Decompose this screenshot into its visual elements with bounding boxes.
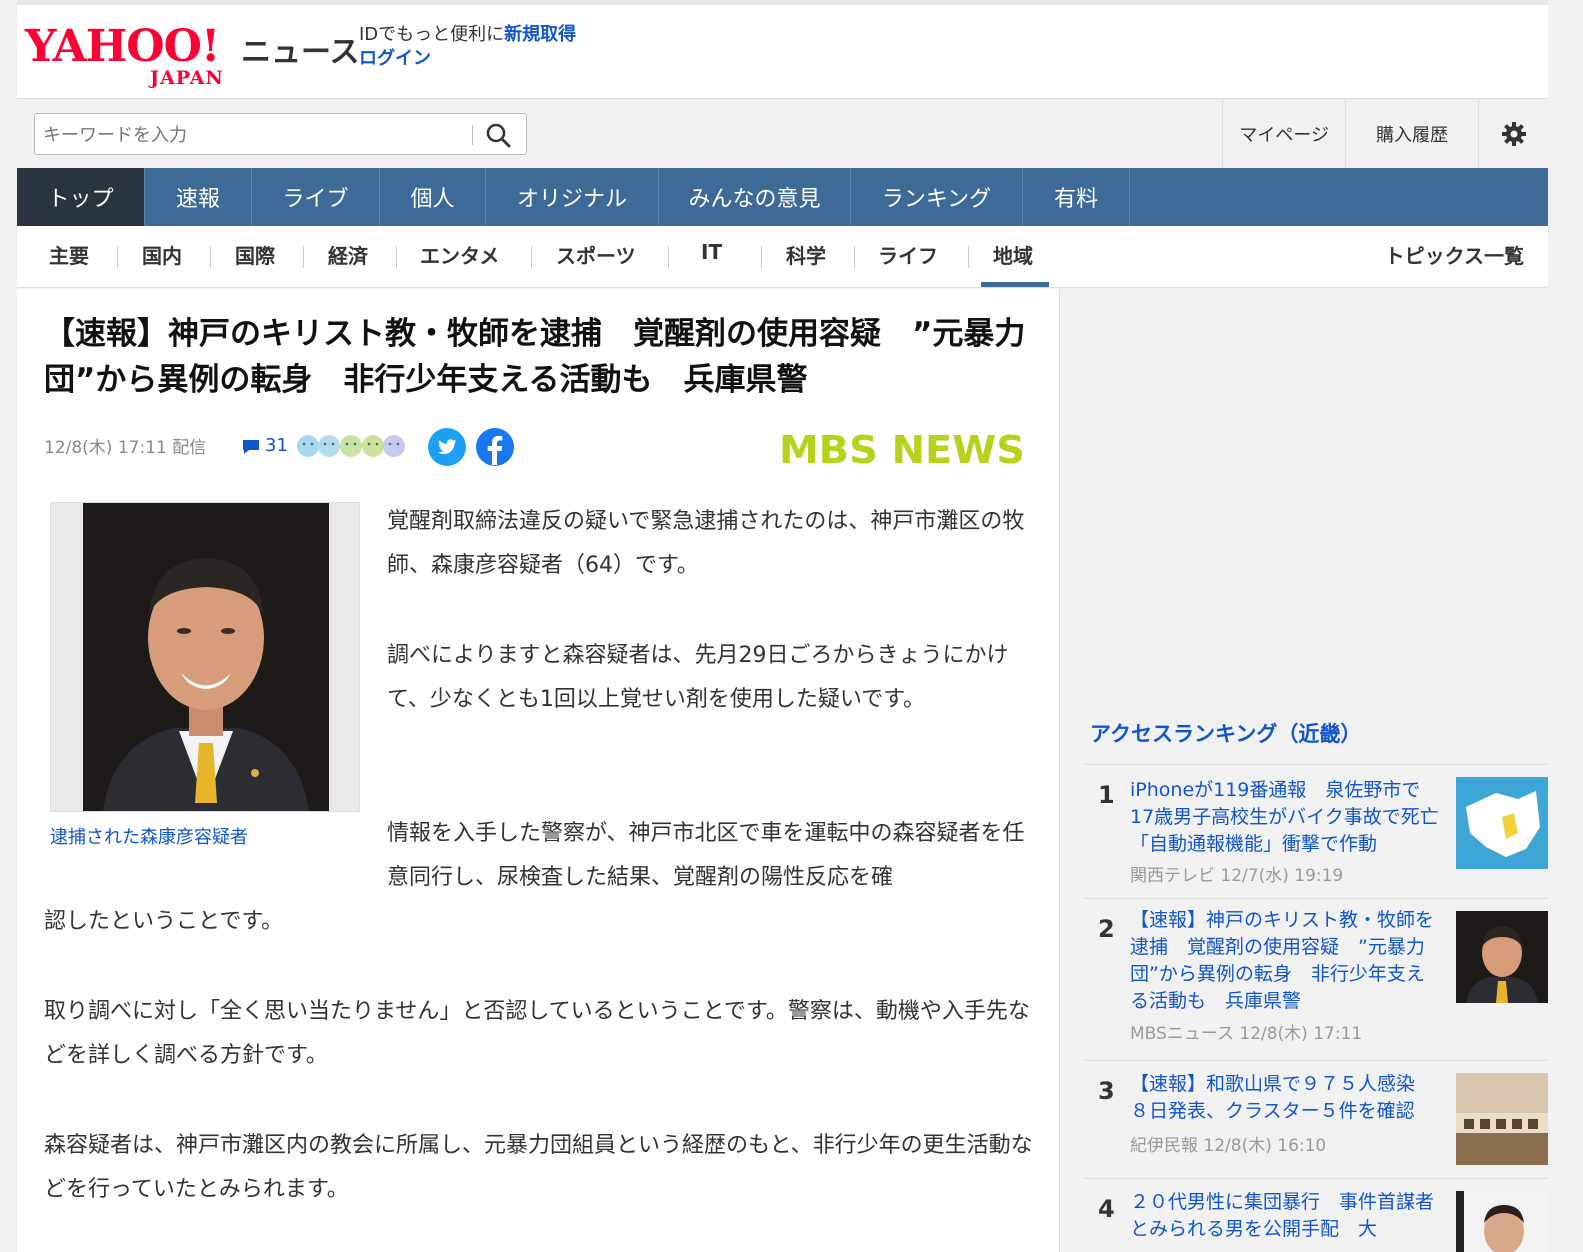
ranking-item[interactable]: 3 【速報】和歌山県で９７５人感染 ８日発表、クラスター５件を確認 紀伊民報 1… [1084,1060,1548,1178]
rank-number: 3 [1098,1077,1115,1105]
rank-headline[interactable]: 【速報】神戸のキリスト教・牧師を逮捕 覚醒剤の使用容疑 ”元暴力団”から異例の転… [1130,907,1440,1015]
cat-entertainment[interactable]: エンタメ [420,240,499,269]
rank-thumbnail[interactable] [1456,1191,1548,1252]
site-header: YAHOO! JAPAN ニュース IDでもっと便利に新規取得 ログイン [17,0,1548,98]
search-bar-row: マイページ 購入履歴 [17,98,1548,169]
cat-sports[interactable]: スポーツ [556,240,636,269]
rank-number: 4 [1098,1195,1115,1223]
article-photo[interactable] [50,502,360,812]
ranking-item[interactable]: 1 iPhoneが119番通報 泉佐野市で17歳男子高校生がバイク事故で死亡 「… [1084,764,1548,898]
paragraph-3b: 認したということです。 [44,909,284,934]
paragraph-3a: 情報を入手した警察が、神戸市北区で車を運転中の森容疑者を任意同行し、尿検査した結… [387,821,1025,890]
brand-name: MBS NEWS [779,429,1025,467]
search-divider [472,125,473,145]
comment-count[interactable]: 31 [265,435,288,456]
login-box: IDでもっと便利に新規取得 ログイン [359,23,576,71]
search-button[interactable] [483,120,515,150]
cat-domestic[interactable]: 国内 [142,240,182,269]
nav-top[interactable]: トップ [17,168,145,226]
nav-original[interactable]: オリジナル [486,168,659,226]
rank-thumbnail[interactable] [1456,911,1548,1003]
rank-source: MBSニュース 12/8(木) 17:11 [1130,1024,1363,1044]
category-nav: 主要 国内 国際 経済 エンタメ スポーツ IT 科学 ライフ 地域 トピックス… [17,226,1548,288]
covid-blocks-thumbnail-image [1456,1073,1548,1165]
comment-icon[interactable] [241,439,261,455]
nav-live[interactable]: ライブ [252,168,380,226]
mypage-link[interactable]: マイページ [1222,99,1345,169]
person-thumbnail-image [1456,1191,1548,1252]
publish-date: 12/8(木) 17:11 配信 [44,438,207,458]
divider [303,246,304,268]
active-tab-indicator [981,282,1049,287]
divider [854,246,855,268]
divider [968,246,969,268]
mbs-news-logo[interactable]: MBS NEWS [779,429,1029,467]
suspect-portrait-image [83,503,329,811]
settings-button[interactable] [1478,99,1548,169]
nav-breaking[interactable]: 速報 [145,168,252,226]
signup-link[interactable]: 新規取得 [504,24,576,45]
search-icon [486,123,511,148]
yahoo-logo[interactable]: YAHOO! JAPAN [25,21,237,90]
reaction-faces-icon[interactable] [295,433,407,459]
paragraph-1: 覚醒剤取締法違反の疑いで緊急逮捕されたのは、神戸市灘区の牧師、森康彦容疑者（64… [387,509,1025,578]
cat-life[interactable]: ライフ [878,240,938,269]
topics-list-link[interactable]: トピックス一覧 [1385,240,1524,269]
photo-caption: 逮捕された森康彦容疑者 [50,827,248,848]
paragraph-2: 調べによりますと森容疑者は、先月29日ごろからきょうにかけて、少なくとも1回以上… [387,643,1009,712]
divider [396,246,397,268]
logo-text: YAHOO! [25,21,220,72]
gear-icon [1501,122,1526,146]
logo-sub: JAPAN [150,67,224,89]
search-input[interactable] [43,122,463,148]
paragraph-5: 森容疑者は、神戸市灘区内の教会に所属し、元暴力団組員という経歴のもと、非行少年の… [44,1133,1033,1202]
divider [117,246,118,268]
cat-economy[interactable]: 経済 [328,240,368,269]
rank-headline[interactable]: ２０代男性に集団暴行 事件首謀者とみられる男を公開手配 大 [1130,1189,1440,1243]
nav-paid[interactable]: 有料 [1023,168,1130,226]
divider [210,246,211,268]
nav-ranking[interactable]: ランキング [851,168,1023,226]
account-links: マイページ 購入履歴 [1222,99,1548,169]
map-thumbnail-image [1456,777,1548,869]
login-prompt: IDでもっと便利に [359,24,505,45]
ranking-item[interactable]: 2 【速報】神戸のキリスト教・牧師を逮捕 覚醒剤の使用容疑 ”元暴力団”から異例… [1084,898,1548,1060]
search-box [34,113,527,155]
article: 【速報】神戸のキリスト教・牧師を逮捕 覚醒剤の使用容疑 ”元暴力団”から異例の転… [17,289,1060,1252]
paragraph-4: 取り調べに対し「全く思い当たりません」と否認しているということです。警察は、動機… [44,999,1030,1068]
main-nav: トップ 速報 ライブ 個人 オリジナル みんなの意見 ランキング 有料 [17,168,1548,226]
suspect-thumbnail-image [1456,911,1548,1003]
rank-thumbnail[interactable] [1456,1073,1548,1165]
nav-opinion[interactable]: みんなの意見 [659,168,851,226]
login-link[interactable]: ログイン [359,48,431,69]
rank-source: 関西テレビ 12/7(水) 19:19 [1130,866,1344,886]
cat-main[interactable]: 主要 [49,240,89,269]
twitter-icon[interactable] [427,427,467,467]
ranking-title: アクセスランキング（近畿） [1090,722,1362,746]
rank-number: 1 [1098,781,1115,809]
nav-individual[interactable]: 個人 [380,168,486,226]
rank-source: 紀伊民報 12/8(木) 16:10 [1130,1136,1327,1156]
rank-number: 2 [1098,915,1115,943]
facebook-icon[interactable] [475,427,515,467]
rank-headline[interactable]: iPhoneが119番通報 泉佐野市で17歳男子高校生がバイク事故で死亡 「自動… [1130,777,1458,858]
cat-local[interactable]: 地域 [993,240,1033,269]
page: YAHOO! JAPAN ニュース IDでもっと便利に新規取得 ログイン マイペ… [0,0,1583,1252]
access-ranking: アクセスランキング（近畿） 1 iPhoneが119番通報 泉佐野市で17歳男子… [1084,718,1548,1252]
divider [761,246,762,268]
divider [531,246,532,268]
rank-thumbnail[interactable] [1456,777,1548,869]
cat-international[interactable]: 国際 [235,240,275,269]
section-name[interactable]: ニュース [241,27,360,71]
cat-it[interactable]: IT [701,240,722,264]
cat-science[interactable]: 科学 [786,240,826,269]
article-title: 【速報】神戸のキリスト教・牧師を逮捕 覚醒剤の使用容疑 ”元暴力団”から異例の転… [44,316,1026,398]
ranking-item[interactable]: 4 ２０代男性に集団暴行 事件首謀者とみられる男を公開手配 大 [1084,1178,1548,1252]
divider [668,246,669,268]
purchase-history-link[interactable]: 購入履歴 [1345,99,1478,169]
rank-headline[interactable]: 【速報】和歌山県で９７５人感染 ８日発表、クラスター５件を確認 [1130,1071,1440,1125]
